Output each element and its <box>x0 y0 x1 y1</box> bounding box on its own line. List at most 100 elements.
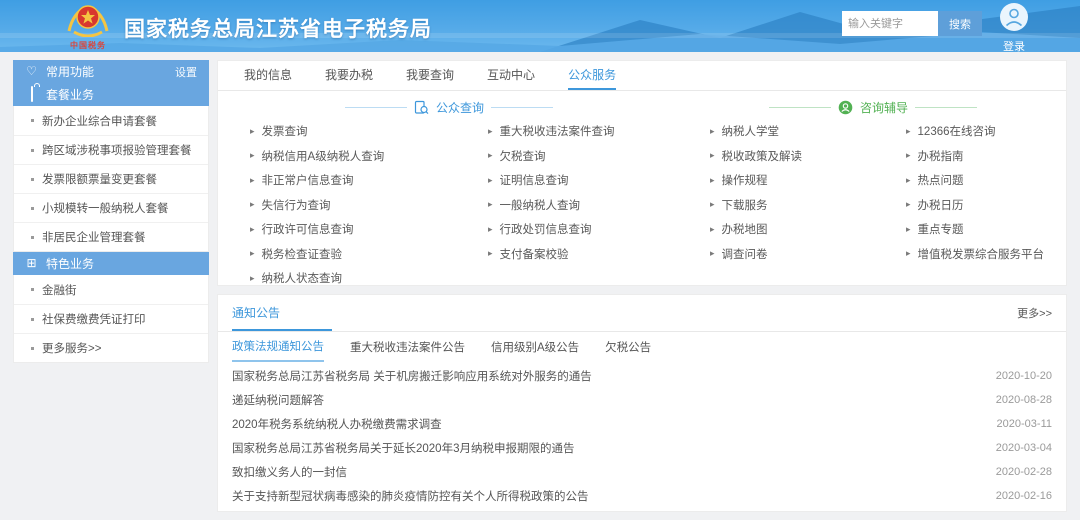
sidebar-item-invoice-limit-package[interactable]: 发票限额票量变更套餐 <box>14 164 208 193</box>
link-key-topics[interactable]: ▸重点专题 <box>906 217 1066 242</box>
link-general-taxpayer-query[interactable]: ▸一般纳税人查询 <box>488 193 710 218</box>
main-tabs: 我的信息 我要办税 我要查询 互动中心 公众服务 <box>218 61 1066 91</box>
arrow-icon: ▸ <box>488 176 493 185</box>
link-tax-policy[interactable]: ▸税收政策及解读 <box>710 144 906 169</box>
subtab-tax-arrears[interactable]: 欠税公告 <box>605 333 651 361</box>
notice-item-date: 2020-08-28 <box>996 394 1052 406</box>
tab-handle-tax[interactable]: 我要办税 <box>325 61 373 90</box>
app-header: 中国税务 国家税务总局江苏省电子税务局 搜索 登录 <box>0 0 1080 52</box>
notice-item-title[interactable]: 国家税务总局江苏省税务局关于延长2020年3月纳税申报期限的通告 <box>232 440 574 456</box>
arrow-icon: ▸ <box>250 151 255 160</box>
link-payment-record-check[interactable]: ▸支付备案校验 <box>488 242 710 267</box>
notice-item-title[interactable]: 2020年税务系统纳税人办税缴费需求调查 <box>232 416 442 432</box>
settings-button[interactable]: 设置 <box>175 64 197 80</box>
subtab-policy-notices[interactable]: 政策法规通知公告 <box>232 332 324 362</box>
page-body: ♡ 常用功能 设置 套餐业务 新办企业综合申请套餐 跨区域涉税事项报验管理套餐 … <box>0 52 1080 520</box>
notice-item-title[interactable]: 递延纳税问题解答 <box>232 392 324 408</box>
sidebar-item-financial-street[interactable]: 金融街 <box>14 275 208 304</box>
notice-item-date: 2020-03-04 <box>996 442 1052 454</box>
link-survey[interactable]: ▸调查问卷 <box>710 242 906 267</box>
common-functions-label: 常用功能 <box>46 63 94 80</box>
link-download-service[interactable]: ▸下载服务 <box>710 193 906 218</box>
search-button[interactable]: 搜索 <box>938 11 982 36</box>
sidebar-item-small-to-general-package[interactable]: 小规模转一般纳税人套餐 <box>14 193 208 222</box>
arrow-icon: ▸ <box>906 127 911 136</box>
bullet-icon <box>31 318 34 321</box>
link-vat-invoice-platform[interactable]: ▸增值税发票综合服务平台 <box>906 242 1066 267</box>
arrow-icon: ▸ <box>488 151 493 160</box>
notice-row[interactable]: 2020年税务系统纳税人办税缴费需求调查 2020-03-11 <box>232 412 1052 436</box>
arrow-icon: ▸ <box>250 225 255 234</box>
more-link[interactable]: 更多>> <box>1017 295 1052 331</box>
search-input[interactable] <box>842 11 938 36</box>
consult-header: 咨询辅导 <box>680 99 1066 116</box>
notice-item-date: 2020-02-16 <box>996 490 1052 502</box>
consult-links-col1: ▸纳税人学堂 ▸税收政策及解读 ▸操作规程 ▸下载服务 ▸办税地图 ▸调查问卷 <box>710 119 906 291</box>
query-links-col2: ▸重大税收违法案件查询 ▸欠税查询 ▸证明信息查询 ▸一般纳税人查询 ▸行政处罚… <box>488 119 710 291</box>
sidebar-item-package-services[interactable]: 套餐业务 <box>13 83 209 106</box>
subtab-major-violation[interactable]: 重大税收违法案件公告 <box>350 333 465 361</box>
service-links-grid: ▸发票查询 ▸纳税信用A级纳税人查询 ▸非正常户信息查询 ▸失信行为查询 ▸行政… <box>218 119 1066 291</box>
sidebar-item-social-insurance-print[interactable]: 社保费缴费凭证打印 <box>14 304 208 333</box>
link-dishonesty-query[interactable]: ▸失信行为查询 <box>250 193 488 218</box>
link-invoice-query[interactable]: ▸发票查询 <box>250 119 488 144</box>
sidebar: ♡ 常用功能 设置 套餐业务 新办企业综合申请套餐 跨区域涉税事项报验管理套餐 … <box>13 60 209 512</box>
bullet-icon <box>31 207 34 210</box>
link-operation-rules[interactable]: ▸操作规程 <box>710 168 906 193</box>
arrow-icon: ▸ <box>906 249 911 258</box>
package-services-label: 套餐业务 <box>46 86 94 103</box>
notice-row[interactable]: 国家税务总局江苏省税务局 关于机房搬迁影响应用系统对外服务的通告 2020-10… <box>232 364 1052 388</box>
sidebar-item-special-services[interactable]: ⊞ 特色业务 <box>13 252 209 275</box>
notice-item-title[interactable]: 国家税务总局江苏省税务局 关于机房搬迁影响应用系统对外服务的通告 <box>232 368 592 384</box>
link-certificate-info-query[interactable]: ▸证明信息查询 <box>488 168 710 193</box>
notice-row[interactable]: 国家税务总局江苏省税务局关于延长2020年3月纳税申报期限的通告 2020-03… <box>232 436 1052 460</box>
sidebar-item-new-company-package[interactable]: 新办企业综合申请套餐 <box>14 106 208 135</box>
link-tax-arrears-query[interactable]: ▸欠税查询 <box>488 144 710 169</box>
link-tax-calendar[interactable]: ▸办税日历 <box>906 193 1066 218</box>
login-button[interactable]: 登录 <box>992 2 1036 52</box>
notice-title-tab[interactable]: 通知公告 <box>232 295 332 331</box>
package-services-list: 新办企业综合申请套餐 跨区域涉税事项报验管理套餐 发票限额票量变更套餐 小规模转… <box>13 106 209 252</box>
link-hot-issues[interactable]: ▸热点问题 <box>906 168 1066 193</box>
link-admin-license-query[interactable]: ▸行政许可信息查询 <box>250 217 488 242</box>
link-12366-online[interactable]: ▸12366在线咨询 <box>906 119 1066 144</box>
link-tax-map[interactable]: ▸办税地图 <box>710 217 906 242</box>
emblem-caption: 中国税务 <box>60 40 116 51</box>
link-tax-guide[interactable]: ▸办税指南 <box>906 144 1066 169</box>
sidebar-item-cross-region-package[interactable]: 跨区域涉税事项报验管理套餐 <box>14 135 208 164</box>
link-abnormal-account-query[interactable]: ▸非正常户信息查询 <box>250 168 488 193</box>
bullet-icon <box>31 119 34 122</box>
arrow-icon: ▸ <box>710 127 715 136</box>
subtab-credit-a[interactable]: 信用级别A级公告 <box>491 333 579 361</box>
notice-item-title[interactable]: 致扣缴义务人的一封信 <box>232 464 347 480</box>
link-admin-penalty-query[interactable]: ▸行政处罚信息查询 <box>488 217 710 242</box>
arrow-icon: ▸ <box>906 225 911 234</box>
link-major-violation-query[interactable]: ▸重大税收违法案件查询 <box>488 119 710 144</box>
main-content: 我的信息 我要办税 我要查询 互动中心 公众服务 公众查询 <box>217 60 1067 512</box>
user-icon[interactable] <box>999 2 1029 32</box>
notice-card: 通知公告 更多>> 政策法规通知公告 重大税收违法案件公告 信用级别A级公告 欠… <box>217 294 1067 512</box>
tab-my-info[interactable]: 我的信息 <box>244 61 292 90</box>
arrow-icon: ▸ <box>488 225 493 234</box>
link-tax-inspection-cert[interactable]: ▸税务检查证查验 <box>250 242 488 267</box>
link-credit-a-taxpayer-query[interactable]: ▸纳税信用A级纳税人查询 <box>250 144 488 169</box>
search-document-icon <box>414 100 429 115</box>
notice-row[interactable]: 致扣缴义务人的一封信 2020-02-28 <box>232 460 1052 484</box>
sidebar-header: ♡ 常用功能 设置 套餐业务 <box>13 60 209 106</box>
link-taxpayer-school[interactable]: ▸纳税人学堂 <box>710 119 906 144</box>
login-label[interactable]: 登录 <box>992 38 1036 52</box>
notice-row[interactable]: 关于支持新型冠状病毒感染的肺炎疫情防控有关个人所得税政策的公告 2020-02-… <box>232 484 1052 508</box>
notice-item-title[interactable]: 关于支持新型冠状病毒感染的肺炎疫情防控有关个人所得税政策的公告 <box>232 488 589 504</box>
link-taxpayer-status-query[interactable]: ▸纳税人状态查询 <box>250 266 488 291</box>
special-services-list: 金融街 社保费缴费凭证打印 更多服务>> <box>13 275 209 363</box>
sidebar-item-more-services[interactable]: 更多服务>> <box>14 333 208 362</box>
arrow-icon: ▸ <box>906 176 911 185</box>
special-services-label: 特色业务 <box>46 255 94 272</box>
notice-row[interactable]: 递延纳税问题解答 2020-08-28 <box>232 388 1052 412</box>
sidebar-item-common-functions[interactable]: ♡ 常用功能 设置 <box>13 60 209 83</box>
tab-interaction-center[interactable]: 互动中心 <box>487 61 535 90</box>
tab-my-query[interactable]: 我要查询 <box>406 61 454 90</box>
tab-public-service[interactable]: 公众服务 <box>568 61 616 90</box>
sidebar-item-nonresident-package[interactable]: 非居民企业管理套餐 <box>14 222 208 251</box>
arrow-icon: ▸ <box>250 249 255 258</box>
